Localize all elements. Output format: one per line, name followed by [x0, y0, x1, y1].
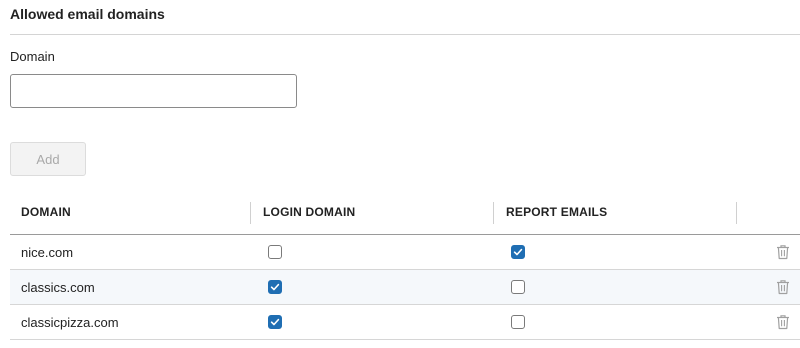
login-domain-checkbox[interactable] — [268, 315, 282, 329]
report-emails-checkbox[interactable] — [511, 245, 525, 259]
column-separator — [250, 202, 251, 224]
add-button[interactable]: Add — [10, 142, 86, 176]
trash-icon[interactable] — [776, 314, 790, 330]
table-row: nice.com — [10, 235, 800, 270]
domain-cell: classicpizza.com — [21, 315, 119, 330]
domains-table: DOMAIN LOGIN DOMAIN REPORT EMAILS nice.c… — [10, 195, 800, 340]
table-header: DOMAIN LOGIN DOMAIN REPORT EMAILS — [10, 195, 800, 235]
check-icon — [270, 283, 280, 291]
trash-icon[interactable] — [776, 279, 790, 295]
check-icon — [513, 248, 523, 256]
table-body: nice.com classics.com classicpizza.com — [10, 235, 800, 340]
section-title: Allowed email domains — [10, 6, 165, 22]
domain-input[interactable] — [10, 74, 297, 108]
column-header-login-domain: LOGIN DOMAIN — [263, 205, 356, 219]
domain-cell: classics.com — [21, 280, 95, 295]
trash-icon[interactable] — [776, 244, 790, 260]
report-emails-checkbox[interactable] — [511, 315, 525, 329]
check-icon — [270, 318, 280, 326]
login-domain-checkbox[interactable] — [268, 280, 282, 294]
report-emails-checkbox[interactable] — [511, 280, 525, 294]
domain-cell: nice.com — [21, 245, 74, 260]
table-row: classicpizza.com — [10, 305, 800, 340]
column-separator — [736, 202, 737, 224]
login-domain-checkbox[interactable] — [268, 245, 282, 259]
column-header-domain: DOMAIN — [21, 205, 71, 219]
column-separator — [493, 202, 494, 224]
column-header-report-emails: REPORT EMAILS — [506, 205, 608, 219]
title-divider — [10, 34, 800, 35]
domain-field-label: Domain — [10, 49, 55, 64]
table-row: classics.com — [10, 270, 800, 305]
